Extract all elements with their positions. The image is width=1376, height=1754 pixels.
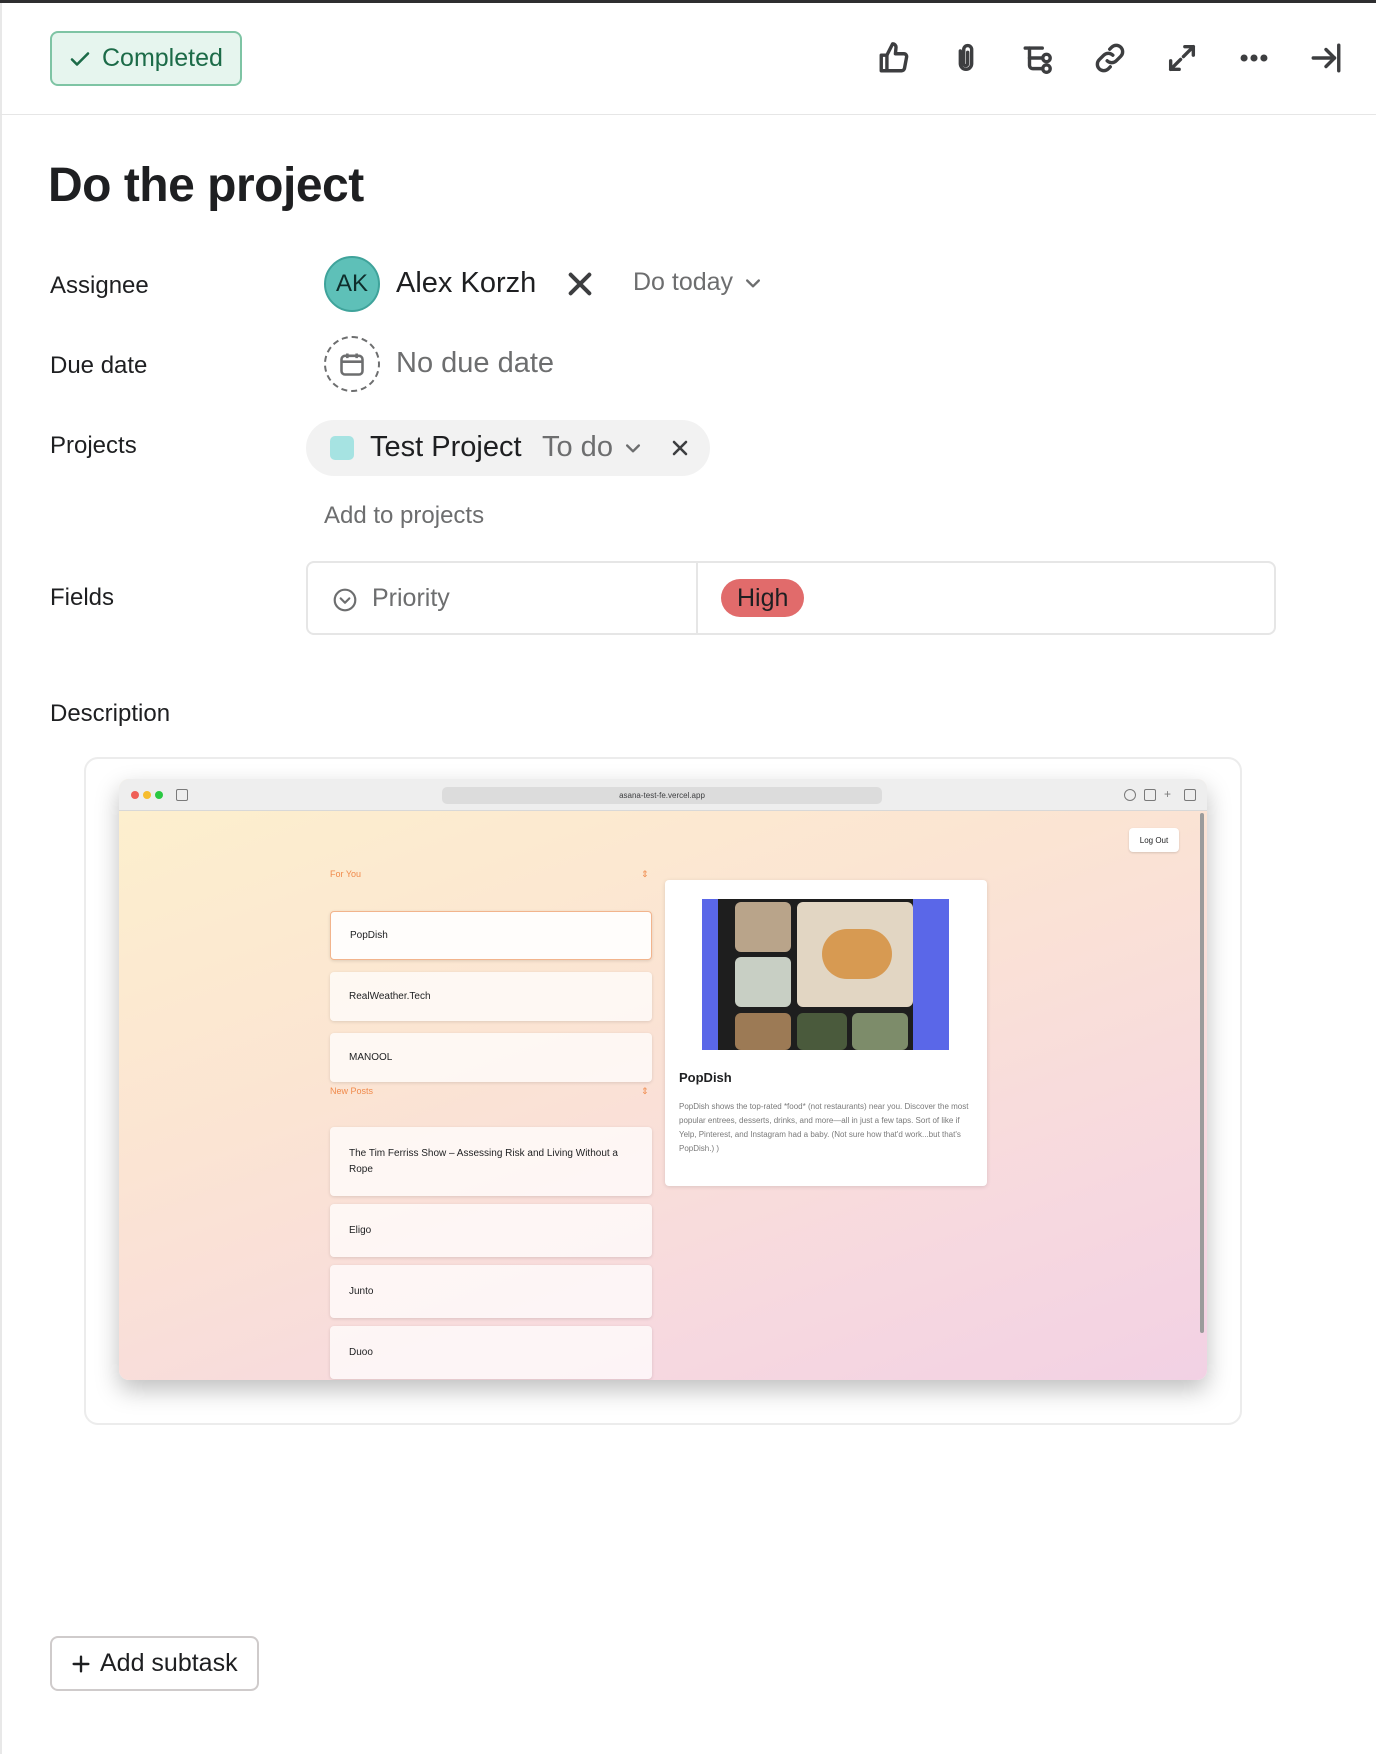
- plus-icon: [72, 1654, 90, 1673]
- chevron-down-icon: [625, 443, 640, 452]
- subtask-icon[interactable]: [1016, 36, 1060, 80]
- avatar[interactable]: AK: [324, 256, 380, 312]
- due-date-value[interactable]: No due date: [396, 347, 554, 380]
- list-item: Junto: [330, 1265, 652, 1318]
- detail-card: PopDish PopDish shows the top-rated *foo…: [665, 880, 987, 1186]
- add-subtask-button[interactable]: Add subtask: [50, 1636, 259, 1691]
- minimize-dot-icon: [143, 791, 151, 799]
- sort-icon: ⇕: [641, 869, 649, 879]
- remove-assignee-icon[interactable]: [564, 268, 596, 300]
- list-item: The Tim Ferriss Show – Assessing Risk an…: [330, 1127, 652, 1196]
- logout-button: Log Out: [1129, 828, 1179, 852]
- expand-icon[interactable]: [1160, 36, 1204, 80]
- project-pill[interactable]: Test Project To do: [306, 420, 710, 476]
- assignee-name[interactable]: Alex Korzh: [396, 267, 536, 300]
- tabs-overview-icon: [1184, 789, 1196, 801]
- extension-icon: [1124, 789, 1136, 801]
- app-preview-image: [702, 899, 949, 1050]
- due-date-label: Due date: [50, 352, 148, 379]
- list-item: Eligo: [330, 1204, 652, 1257]
- add-to-projects-link[interactable]: Add to projects: [324, 502, 484, 530]
- list-item: Duoo: [330, 1326, 652, 1379]
- close-panel-icon[interactable]: [1304, 36, 1348, 80]
- completed-button[interactable]: Completed: [50, 31, 242, 86]
- panel-left-border: [0, 0, 2, 1754]
- detail-description: PopDish shows the top-rated *food* (not …: [679, 1102, 969, 1153]
- close-dot-icon: [131, 791, 139, 799]
- check-icon: [70, 51, 90, 66]
- project-status-dropdown[interactable]: To do: [542, 431, 643, 464]
- detail-title: PopDish: [679, 1070, 732, 1085]
- browser-toolbar: asana-test-fe.vercel.app +: [119, 779, 1207, 811]
- project-name[interactable]: Test Project: [370, 431, 522, 464]
- attach-icon[interactable]: [944, 36, 988, 80]
- sidebar-toggle-icon: [176, 789, 188, 801]
- add-subtask-label: Add subtask: [100, 1649, 238, 1677]
- sort-icon: ⇕: [641, 1086, 649, 1096]
- completed-label: Completed: [102, 44, 223, 72]
- fields-label: Fields: [50, 584, 115, 611]
- zoom-dot-icon: [155, 791, 163, 799]
- chevron-down-icon: [746, 278, 761, 287]
- project-status-label: To do: [542, 431, 613, 463]
- link-icon[interactable]: [1088, 36, 1132, 80]
- task-title[interactable]: Do the project: [48, 158, 364, 213]
- task-toolbar: Completed: [0, 0, 1376, 115]
- priority-dropdown-icon: [332, 587, 358, 613]
- list-item: RealWeather.Tech: [330, 972, 652, 1021]
- fields-divider: [696, 563, 698, 633]
- assignee-label: Assignee: [50, 272, 149, 299]
- custom-fields-table: Priority High: [306, 561, 1276, 635]
- more-icon[interactable]: [1232, 36, 1276, 80]
- priority-value-badge[interactable]: High: [721, 579, 805, 617]
- new-posts-label: New Posts: [330, 1086, 374, 1096]
- window-top-border: [0, 0, 1376, 3]
- url-bar: asana-test-fe.vercel.app: [442, 787, 882, 804]
- url-text: asana-test-fe.vercel.app: [619, 791, 705, 800]
- description-label: Description: [50, 700, 171, 727]
- do-today-dropdown[interactable]: Do today: [633, 268, 763, 297]
- like-icon[interactable]: [872, 36, 916, 80]
- list-item: PopDish: [330, 911, 652, 960]
- share-icon: [1144, 789, 1156, 801]
- do-today-label: Do today: [633, 268, 734, 296]
- calendar-icon[interactable]: [324, 336, 380, 392]
- project-color-swatch: [330, 436, 354, 460]
- projects-label: Projects: [50, 432, 137, 459]
- embedded-scrollbar: [1200, 813, 1204, 1333]
- priority-field-label: Priority: [372, 584, 450, 612]
- for-you-label: For You: [330, 869, 362, 879]
- list-item: MANOOL: [330, 1033, 652, 1082]
- embedded-screenshot: asana-test-fe.vercel.app + Log Out For Y…: [119, 779, 1207, 1380]
- new-tab-icon: +: [1164, 787, 1172, 801]
- remove-project-icon[interactable]: [668, 436, 692, 460]
